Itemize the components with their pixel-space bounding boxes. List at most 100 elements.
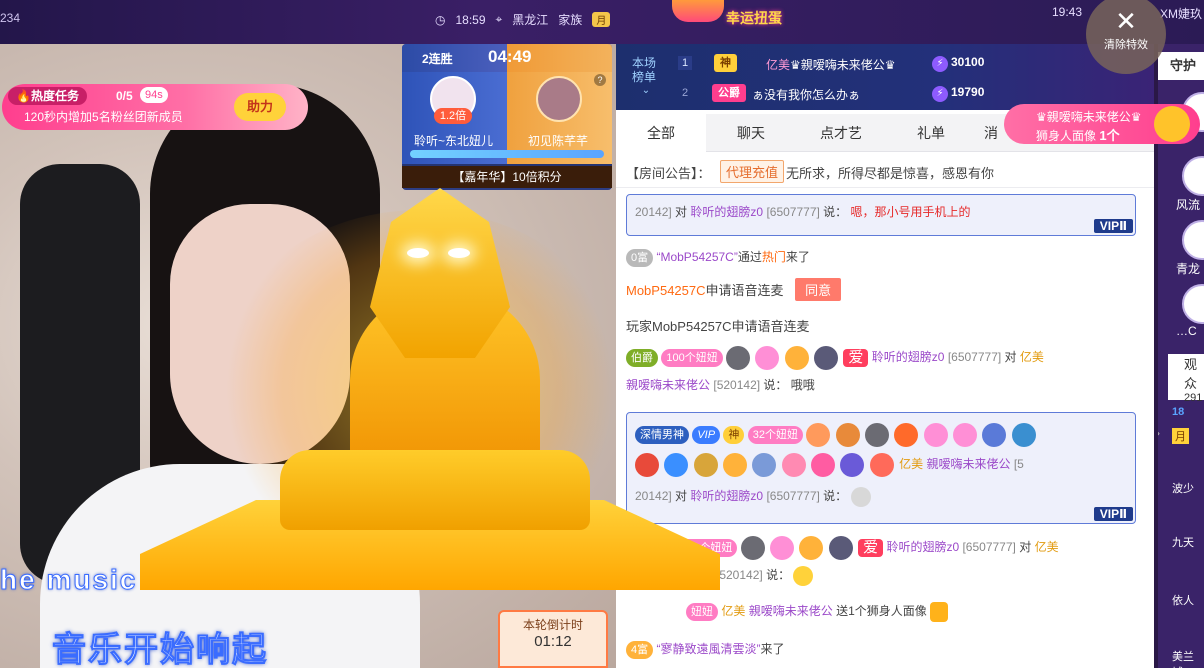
chat-message: 深情男神 VIP 神 32个妞妞 亿美 親嗳嗨未来佬公 [5 20142] 对 …: [626, 412, 1136, 524]
heart-medal-icon: [923, 423, 948, 447]
clock-icon: ◷: [435, 12, 446, 27]
guard-avatar[interactable]: [1182, 220, 1204, 260]
clear-effects-label: 清除特效: [1104, 39, 1148, 51]
pk-right-avatar[interactable]: [536, 76, 582, 122]
chat-said: 说：: [766, 568, 791, 583]
diamond-medal-icon: [752, 453, 777, 477]
rank-row[interactable]: 1 神 亿美♛親嗳嗨未来佬公♛ ⚡ 30100: [678, 52, 1058, 76]
chat-said: 说：: [823, 489, 848, 504]
viewer-row[interactable]: 九天: [1172, 534, 1194, 550]
chat-target-user[interactable]: 聆听的翅膀z0: [690, 205, 763, 219]
chat-user[interactable]: “MobP54257C”: [656, 250, 737, 264]
monkey-medal-icon: [635, 453, 659, 477]
chat-target-user[interactable]: 亿美: [1020, 350, 1044, 364]
chat-message: 玩家MobP54257C申请语音连麦: [626, 319, 810, 334]
family-link[interactable]: 家族: [558, 11, 582, 28]
chat-target-user[interactable]: 親嗳嗨未来佬公: [626, 378, 710, 392]
rank-username[interactable]: 亿美♛親嗳嗨未来佬公♛: [766, 56, 896, 73]
help-icon[interactable]: ?: [594, 74, 606, 86]
heart-medal-icon: [755, 346, 780, 370]
gift-notice-banner: ♛親嗳嗨未来佬公♛ 狮身人面像 1个: [1004, 104, 1200, 144]
chat-user-id: 20142]: [635, 205, 672, 219]
chat-user[interactable]: MobP54257C: [626, 283, 706, 298]
tab-chat[interactable]: 聊天: [706, 114, 796, 152]
chevron-down-icon[interactable]: ⌄: [632, 84, 660, 98]
clear-effects-button[interactable]: ✕ 清除特效: [1086, 0, 1166, 74]
heat-task-title: 🔥热度任务: [8, 87, 87, 105]
lucky-egg-icon[interactable]: [672, 0, 724, 22]
chat-message: 妞妞 亿美 親嗳嗨未来佬公 送1个狮身人面像: [626, 602, 1136, 622]
chat-user[interactable]: 親嗳嗨未来佬公: [926, 457, 1010, 471]
guard-tab[interactable]: 守护: [1158, 52, 1204, 80]
viewer-row[interactable]: 18: [1172, 406, 1184, 418]
pk-clock: 04:49: [488, 47, 532, 66]
chat-message: 100个妞妞 爱 聆听的翅膀z0 [6507777] 对 亿美 [520142]…: [626, 536, 1136, 586]
chat-said: 说：: [823, 205, 848, 219]
announcement-tag[interactable]: 代理充值: [720, 160, 785, 183]
video-subtitle-chinese: 音乐开始响起: [52, 631, 268, 668]
chat-user[interactable]: 亿美: [899, 457, 923, 471]
guard-avatar[interactable]: [1182, 284, 1204, 324]
gift-sender[interactable]: ♛親嗳嗨未来佬公♛: [1036, 108, 1142, 125]
chat-line: 深情男神 VIP 神 32个妞妞: [635, 423, 1038, 447]
bolt-icon: ⚡: [932, 56, 948, 72]
viewer-row[interactable]: 月: [1172, 428, 1189, 444]
chat-target-user[interactable]: 聆听的翅膀z0: [690, 489, 763, 503]
close-icon: ✕: [1115, 6, 1137, 36]
viewer-row[interactable]: 波少: [1172, 480, 1194, 496]
chat-user[interactable]: “寥静致遠風清雲淡”: [656, 642, 760, 656]
fans-badge: 100个妞妞: [676, 539, 738, 557]
chat-target-user[interactable]: 亿美: [1035, 540, 1059, 554]
chevron-right-icon[interactable]: ›: [1158, 426, 1160, 440]
tab-gift-list[interactable]: 礼单: [886, 114, 976, 152]
wealth-level-badge: 0富: [626, 248, 654, 267]
lucky-egg-button[interactable]: 幸运扭蛋: [726, 8, 782, 28]
guard-name: …C: [1176, 324, 1197, 338]
agree-button[interactable]: 同意: [795, 278, 842, 301]
viewers-count: 291: [1184, 392, 1203, 404]
anchor-time: 18:59: [455, 12, 486, 27]
family-badge: 月: [592, 12, 611, 27]
chat-user[interactable]: 亿美: [721, 604, 745, 618]
chat-user[interactable]: 聆听的翅膀z0: [886, 540, 959, 554]
tab-all[interactable]: 全部: [616, 114, 706, 152]
rank-username[interactable]: ぁ没有我你怎么办ぁ: [752, 86, 860, 103]
anchor-region: 黑龙江: [512, 13, 549, 27]
guard-avatar[interactable]: [1182, 156, 1204, 196]
orb-medal-icon: [664, 453, 689, 477]
emoji-icon: [850, 487, 871, 507]
chat-list[interactable]: 20142] 对 聆听的翅膀z0 [6507777] 说： 嗯，那小号用手机上的…: [616, 190, 1154, 668]
rank-badge: 神: [714, 54, 737, 72]
viewer-row[interactable]: 依人: [1172, 592, 1194, 608]
viewer-row[interactable]: 美兰城: [1172, 648, 1204, 668]
rank-board-label[interactable]: 本场榜单 ⌄: [632, 56, 660, 98]
chat-user[interactable]: 聆听的翅膀z0: [872, 350, 945, 364]
chat-message: 0富 “MobP54257C”通过热门来了: [626, 248, 1136, 267]
tab-message[interactable]: 消: [976, 114, 1006, 152]
pk-multiplier: 1.2倍: [434, 108, 472, 124]
viewers-tab[interactable]: 观众 291: [1168, 354, 1204, 404]
fans-badge: 妞妞: [686, 603, 718, 621]
chat-line: 20142] 对 聆听的翅膀z0 [6507777] 说：: [635, 487, 873, 507]
pk-streak: 2连胜: [422, 52, 453, 66]
heat-task-banner: 🔥热度任务 0/5 94s 120秒内增加5名粉丝团新成员 助力: [2, 84, 308, 130]
bolt-icon: ⚡: [932, 86, 948, 102]
guard-medal-icon: [865, 423, 890, 447]
cake-medal-icon: [781, 453, 806, 477]
chat-content: 送1个狮身人面像: [836, 604, 927, 619]
tab-talent[interactable]: 点才艺: [796, 114, 886, 152]
sphinx-gift-icon: [930, 602, 949, 622]
pk-right-name: 初见陈芊芊: [528, 134, 589, 148]
wing-medal-icon: [982, 423, 1007, 447]
chat-user[interactable]: 親嗳嗨未来佬公: [749, 604, 833, 618]
wealth-level-badge: 4富: [626, 640, 654, 659]
help-boost-button[interactable]: 助力: [234, 93, 286, 121]
love-badge: 爱: [843, 349, 869, 367]
chat-content: 嗯，那小号用手机上的: [850, 205, 971, 219]
viewers-label: 观众: [1184, 357, 1198, 391]
guard-name: 风流: [1176, 198, 1201, 212]
top-username[interactable]: XM婕玖: [1160, 5, 1202, 22]
crown-medal-icon: [723, 453, 748, 477]
chat-message: 4富 “寥静致遠風清雲淡”来了: [626, 640, 1136, 659]
rank-row[interactable]: 2 公爵 ぁ没有我你怎么办ぁ ⚡ 19790: [678, 82, 1058, 106]
